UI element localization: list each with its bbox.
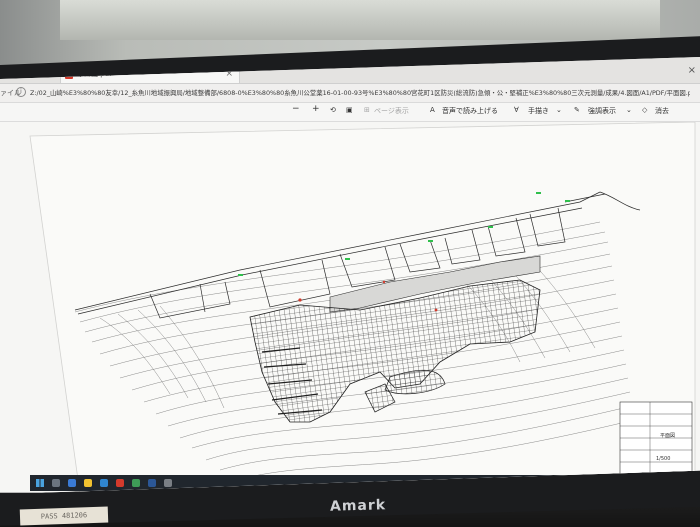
acrobat-icon[interactable] (116, 479, 124, 487)
file-explorer-icon[interactable] (84, 479, 92, 487)
erase-button[interactable]: 消去 (655, 106, 669, 116)
address-bar: ァイル i Z:/02_山崎%E3%80%80友幸/12_糸魚川地域振興局/地域… (0, 84, 700, 103)
zoom-out-button[interactable]: − (292, 104, 300, 114)
zoom-in-button[interactable]: + (312, 104, 320, 114)
draw-chevron-icon[interactable]: ⌄ (556, 106, 562, 114)
title-block-scale: 1/500 (656, 456, 671, 462)
page-view-button[interactable]: ページ表示 (374, 106, 409, 116)
window-close-button[interactable]: × (688, 65, 696, 76)
app-icon[interactable] (164, 479, 172, 487)
eraser-icon: ◇ (642, 106, 648, 114)
highlight-button[interactable]: 強調表示 (588, 106, 616, 116)
draw-button[interactable]: 手描き (528, 106, 549, 116)
read-aloud-icon: A (430, 106, 435, 114)
window-light (60, 0, 660, 40)
title-block-header: 平面図 (660, 433, 676, 439)
task-view-icon[interactable] (68, 479, 76, 487)
read-aloud-button[interactable]: 音声で読み上げる (442, 106, 498, 116)
pdf-canvas[interactable]: 平面図 1/500 (0, 121, 700, 493)
rotate-icon[interactable]: ⟲ (330, 106, 336, 114)
fit-page-icon[interactable]: ▣ (346, 106, 353, 114)
edge-icon[interactable] (100, 479, 108, 487)
desk-sticker: PASS 481206 (19, 506, 109, 526)
word-icon[interactable] (148, 479, 156, 487)
address-path[interactable]: Z:/02_山崎%E3%80%80友幸/12_糸魚川地域振興局/地域整備部/68… (30, 88, 690, 97)
start-windows-icon[interactable] (36, 479, 44, 487)
info-icon[interactable]: i (16, 87, 26, 97)
highlight-icon: ✎ (574, 106, 580, 114)
page-view-icon: ⊞ (364, 106, 370, 114)
search-icon[interactable] (52, 479, 60, 487)
draw-icon: ∀ (514, 106, 519, 114)
site-plan-drawing (29, 121, 696, 493)
pdf-toolbar: − + ⟲ ▣ ⊞ ページ表示 A 音声で読み上げる ∀ 手描き ⌄ ✎ 強調表… (0, 103, 700, 122)
monitor-brand-logo: Amark (329, 497, 387, 515)
title-block (619, 401, 693, 481)
excel-icon[interactable] (132, 479, 140, 487)
monitor-screen: ß 平面図.pdf × × ァイル i Z:/02_山崎%E3%80%80友幸/… (0, 57, 700, 493)
highlight-chevron-icon[interactable]: ⌄ (626, 106, 632, 114)
